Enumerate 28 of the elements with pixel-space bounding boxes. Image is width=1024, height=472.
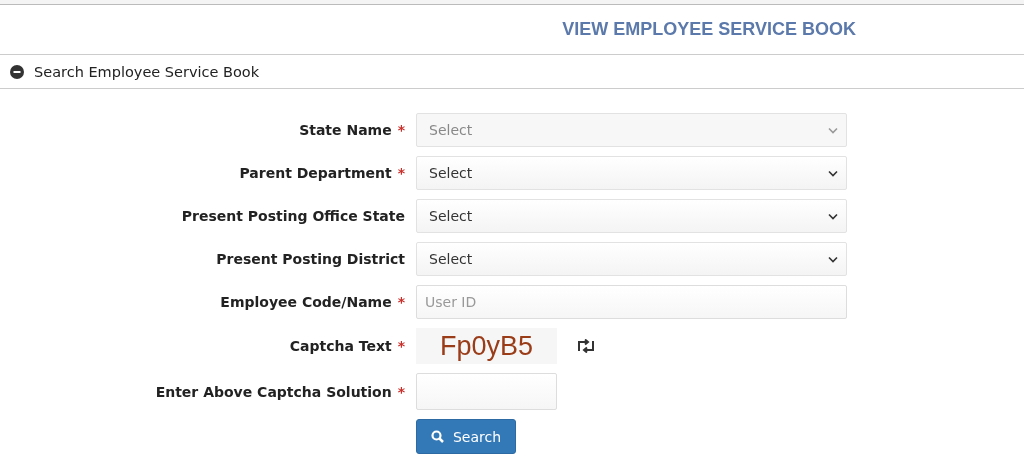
select-field[interactable]: Select	[416, 199, 847, 233]
required-mark: *	[397, 338, 405, 354]
required-mark: *	[397, 165, 405, 181]
page-title: VIEW EMPLOYEE SERVICE BOOK	[562, 19, 856, 40]
field-label: Enter Above Captcha Solution	[155, 383, 392, 400]
search-icon	[430, 430, 444, 443]
field-label: Present Posting Office State	[181, 208, 405, 224]
chevron-down-icon	[828, 169, 838, 177]
field-label: Employee Code/Name	[220, 294, 392, 310]
refresh-icon[interactable]	[577, 339, 595, 353]
field-label: Captcha Text	[289, 338, 392, 354]
search-button[interactable]: Search	[416, 419, 516, 454]
section-title: Search Employee Service Book	[34, 63, 260, 80]
field-label: Present Posting District	[216, 251, 405, 267]
required-mark: *	[397, 294, 405, 310]
chevron-down-icon	[828, 212, 838, 220]
input-field[interactable]: User ID	[416, 285, 847, 319]
collapse-icon[interactable]	[10, 64, 24, 79]
chevron-down-icon	[828, 255, 838, 263]
input-field[interactable]	[416, 373, 557, 410]
required-mark: *	[397, 122, 405, 138]
select-field[interactable]: Select	[416, 156, 847, 190]
chevron-down-icon	[828, 126, 838, 134]
select-field[interactable]: Select	[416, 242, 847, 276]
field-label: State Name	[299, 122, 392, 138]
captcha-image: Fp0yB5	[416, 328, 557, 364]
required-mark: *	[397, 383, 405, 400]
field-label: Parent Department	[239, 165, 392, 181]
